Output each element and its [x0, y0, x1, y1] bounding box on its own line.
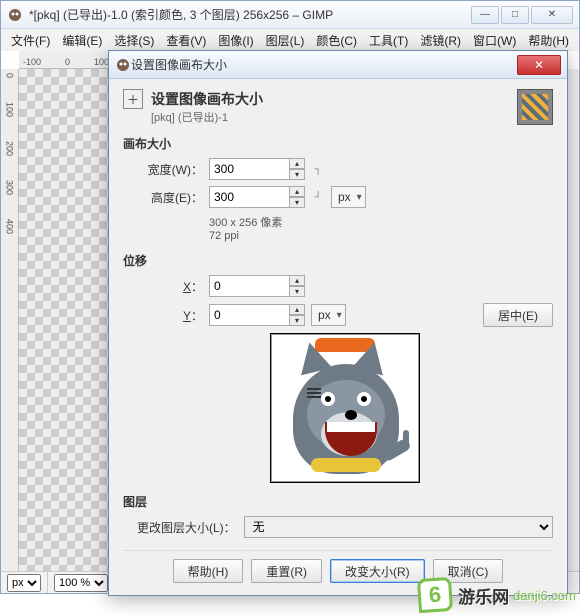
section-canvas-size: 画布大小: [123, 135, 553, 152]
section-layers: 图层: [123, 493, 553, 510]
section-offset: 位移: [123, 252, 553, 269]
resize-layers-label: 更改图层大小(L)：: [137, 519, 236, 536]
watermark-logo-icon: 6: [417, 577, 453, 613]
height-label: 高度(E)：: [137, 189, 203, 206]
minimize-button[interactable]: —: [471, 6, 499, 24]
menu-image[interactable]: 图像(I): [212, 30, 259, 51]
status-unit-select[interactable]: px: [7, 574, 41, 592]
menu-view[interactable]: 查看(V): [160, 30, 212, 51]
height-input[interactable]: [209, 186, 289, 208]
canvas-size-dialog: 设置图像画布大小 ✕ ＋ 设置图像画布大小 [pkq] (已导出)-1 画布大小…: [108, 50, 568, 596]
x-spinner[interactable]: ▴▾: [289, 275, 305, 297]
main-window-title: *[pkq] (已导出)-1.0 (索引颜色, 3 个图层) 256x256 –…: [29, 6, 471, 23]
y-label: Y：: [137, 307, 203, 324]
x-input[interactable]: [209, 275, 289, 297]
offset-preview[interactable]: [270, 333, 420, 483]
status-zoom-cell: 100 %: [48, 572, 115, 593]
width-input[interactable]: [209, 158, 289, 180]
offset-fields: X： ▴▾ Y： ▴▾ px 居中(E): [123, 275, 553, 483]
dialog-close-button[interactable]: ✕: [517, 55, 561, 75]
resize-plus-icon: ＋: [123, 89, 143, 109]
reset-button[interactable]: 重置(R): [251, 559, 322, 583]
dialog-app-icon: [115, 57, 131, 73]
link-chain-icon[interactable]: ┐: [311, 164, 325, 175]
dialog-header-sub: [pkq] (已导出)-1: [151, 109, 263, 125]
width-label: 宽度(W)：: [137, 161, 203, 178]
gimp-app-icon: [7, 7, 23, 23]
close-button[interactable]: ✕: [531, 6, 573, 24]
y-input-group: ▴▾: [209, 304, 305, 326]
help-button[interactable]: 帮助(H): [173, 559, 244, 583]
ruler-h-tick: -100: [23, 57, 41, 67]
canvas-unit-select[interactable]: px: [331, 186, 366, 208]
canvas-dim-readout: 300 x 256 像素: [209, 214, 553, 230]
resize-layers-row: 更改图层大小(L)： 无: [123, 516, 553, 538]
dialog-title: 设置图像画布大小: [131, 56, 517, 73]
menu-edit[interactable]: 编辑(E): [56, 30, 108, 51]
menu-filters[interactable]: 滤镜(R): [414, 30, 467, 51]
canvas-size-fields: 宽度(W)： ▴▾ ┐ 高度(E)： ▴▾ ┘ px: [123, 158, 553, 242]
ruler-v-tick: 100: [5, 102, 15, 117]
ruler-v-tick: 300: [5, 180, 15, 195]
ruler-h-tick: 0: [65, 57, 70, 67]
height-spinner[interactable]: ▴▾: [289, 186, 305, 208]
menu-color[interactable]: 颜色(C): [310, 30, 363, 51]
x-label: X：: [137, 278, 203, 295]
dialog-header-big: 设置图像画布大小: [151, 89, 263, 109]
resize-layers-select[interactable]: 无: [244, 516, 553, 538]
menu-layer[interactable]: 图层(L): [260, 30, 311, 51]
dialog-thumbnail: [517, 89, 553, 125]
ruler-v-tick: 200: [5, 141, 15, 156]
offset-unit-select[interactable]: px: [311, 304, 346, 326]
watermark-en: danji6.com: [513, 588, 576, 603]
y-input[interactable]: [209, 304, 289, 326]
canvas-ppi-readout: 72 ppi: [209, 230, 553, 242]
dialog-titlebar[interactable]: 设置图像画布大小 ✕: [109, 51, 567, 79]
dialog-header: ＋ 设置图像画布大小 [pkq] (已导出)-1: [123, 89, 553, 125]
width-spinner[interactable]: ▴▾: [289, 158, 305, 180]
ruler-v-tick: 400: [5, 219, 15, 234]
status-zoom-select[interactable]: 100 %: [54, 574, 108, 592]
dialog-body: ＋ 设置图像画布大小 [pkq] (已导出)-1 画布大小 宽度(W)： ▴▾ …: [109, 79, 567, 595]
site-watermark: 6 游乐网 danji6.com: [418, 575, 576, 615]
status-unit-cell: px: [1, 572, 48, 593]
x-input-group: ▴▾: [209, 275, 305, 297]
y-spinner[interactable]: ▴▾: [289, 304, 305, 326]
menu-file[interactable]: 文件(F): [5, 30, 56, 51]
ruler-v-tick: 0: [5, 73, 15, 78]
menu-select[interactable]: 选择(S): [108, 30, 160, 51]
watermark-cn: 游乐网: [458, 583, 509, 608]
center-button[interactable]: 居中(E): [483, 303, 553, 327]
window-buttons: — □ ✕: [471, 6, 573, 24]
menu-help[interactable]: 帮助(H): [522, 30, 575, 51]
menu-tools[interactable]: 工具(T): [363, 30, 414, 51]
menu-window[interactable]: 窗口(W): [467, 30, 522, 51]
ruler-vertical[interactable]: 0 100 200 300 400: [1, 69, 19, 571]
main-menubar: 文件(F) 编辑(E) 选择(S) 查看(V) 图像(I) 图层(L) 颜色(C…: [1, 29, 579, 51]
height-input-group: ▴▾: [209, 186, 305, 208]
resize-button[interactable]: 改变大小(R): [330, 559, 425, 583]
ruler-h-tick: 100: [94, 57, 109, 67]
width-input-group: ▴▾: [209, 158, 305, 180]
main-titlebar[interactable]: *[pkq] (已导出)-1.0 (索引颜色, 3 个图层) 256x256 –…: [1, 1, 579, 29]
maximize-button[interactable]: □: [501, 6, 529, 24]
link-chain-icon-bot[interactable]: ┘: [311, 192, 325, 203]
